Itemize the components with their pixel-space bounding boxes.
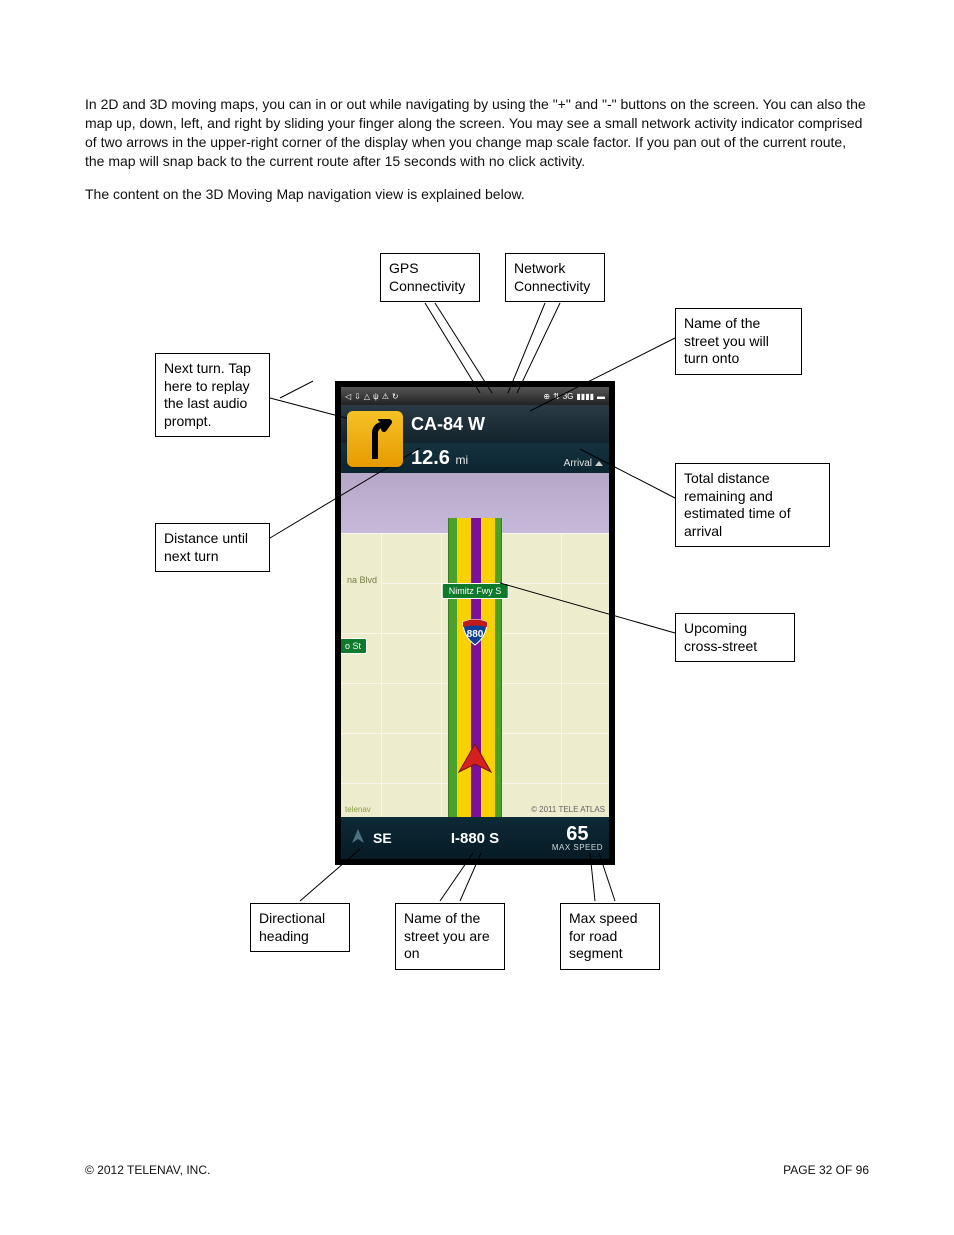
map-attribution-right: © 2011 TELE ATLAS bbox=[531, 805, 605, 814]
cross-street-sign: Nimitz Fwy S bbox=[442, 583, 509, 599]
blvd-label: na Blvd bbox=[343, 573, 381, 587]
directional-heading: SE bbox=[373, 830, 392, 846]
turn-icon[interactable] bbox=[347, 411, 403, 467]
status-icon: ◁ bbox=[345, 392, 351, 401]
callout-next-turn: Next turn. Tap here to replay the last a… bbox=[155, 353, 270, 437]
android-status-bar: ◁ ⇩ △ ψ ⚠ ↻ ⊕ ⇅ 3G ▮▮▮▮ ▬ bbox=[341, 387, 609, 405]
current-street-name: I-880 S bbox=[451, 830, 499, 847]
arrival-label[interactable]: Arrival bbox=[564, 458, 603, 469]
max-speed: 65 MAX SPEED bbox=[552, 824, 603, 852]
status-icon: ⚠ bbox=[382, 392, 389, 401]
battery-icon: ▬ bbox=[597, 392, 605, 401]
callout-total-eta: Total distance remaining and estimated t… bbox=[675, 463, 830, 547]
callout-max-speed: Max speed for road segment bbox=[560, 903, 660, 970]
compass-icon bbox=[349, 828, 367, 849]
distance-to-turn: 12.6 mi bbox=[411, 447, 468, 470]
network-activity-icon: ⇅ bbox=[553, 392, 560, 401]
status-icon: ψ bbox=[373, 392, 379, 401]
callout-gps: GPS Connectivity bbox=[380, 253, 480, 302]
status-icon: ↻ bbox=[392, 392, 399, 401]
status-icon: △ bbox=[364, 392, 370, 401]
moving-map[interactable]: Nimitz Fwy S 880 o St na Blvd bbox=[341, 473, 609, 817]
callout-distance-turn: Distance until next turn bbox=[155, 523, 270, 572]
interstate-shield-icon: 880 bbox=[461, 618, 489, 649]
phone-mock: ◁ ⇩ △ ψ ⚠ ↻ ⊕ ⇅ 3G ▮▮▮▮ ▬ bbox=[335, 381, 615, 865]
footer-copyright: © 2012 TELENAV, INC. bbox=[85, 1163, 210, 1177]
annotated-diagram: GPS Connectivity Network Connectivity Ne… bbox=[85, 253, 869, 1013]
vehicle-icon bbox=[456, 742, 494, 779]
side-street-sign: o St bbox=[341, 638, 367, 654]
data-3g-icon: 3G bbox=[563, 392, 574, 401]
callout-street-onto: Name of the street you will turn onto bbox=[675, 308, 802, 375]
status-icon: ⇩ bbox=[354, 392, 361, 401]
signal-icon: ▮▮▮▮ bbox=[576, 392, 594, 401]
callout-current-street: Name of the street you are on bbox=[395, 903, 505, 970]
navigation-header[interactable]: CA-84 W 12.6 mi Arrival bbox=[341, 405, 609, 473]
gps-icon: ⊕ bbox=[543, 392, 550, 401]
navigation-footer-bar: SE I-880 S 65 MAX SPEED bbox=[341, 817, 609, 859]
paragraph-2: The content on the 3D Moving Map navigat… bbox=[85, 185, 869, 204]
callout-network: Network Connectivity bbox=[505, 253, 605, 302]
callout-directional: Directional heading bbox=[250, 903, 350, 952]
footer-page-number: PAGE 32 OF 96 bbox=[783, 1163, 869, 1177]
svg-text:880: 880 bbox=[467, 629, 484, 640]
next-turn-street: CA-84 W bbox=[411, 414, 485, 435]
paragraph-1: In 2D and 3D moving maps, you can in or … bbox=[85, 95, 869, 171]
map-attribution-left: telenav bbox=[345, 805, 371, 814]
callout-upcoming-cross: Upcoming cross-street bbox=[675, 613, 795, 662]
